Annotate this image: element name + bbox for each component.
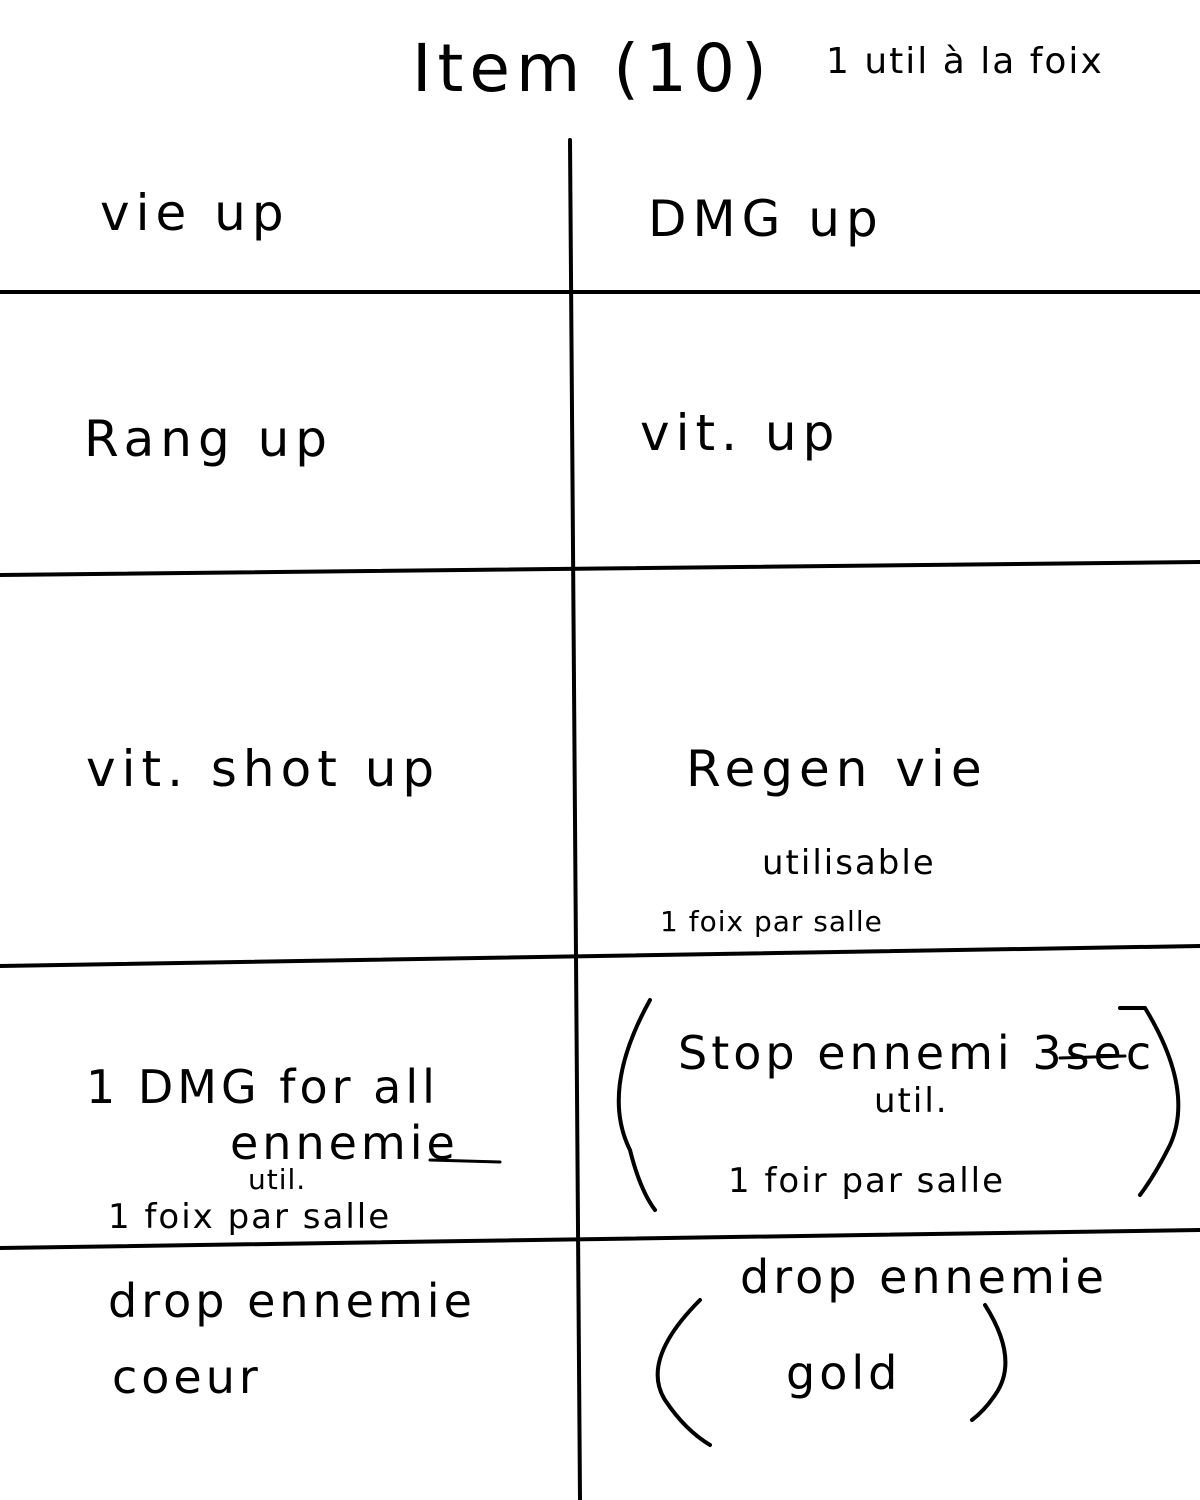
usage-note: 1 util à la foix — [826, 41, 1104, 82]
item-shot-speed-up: vit. shot up — [86, 740, 441, 798]
item-drop-heart-reward: coeur — [112, 1350, 262, 1404]
item-regen-frequency: 1 foix par salle — [660, 905, 883, 938]
item-dmg-all: 1 DMG for all — [86, 1060, 439, 1114]
bracket-right-gold — [970, 1303, 1008, 1422]
column-divider — [568, 138, 582, 1500]
item-drop-heart: drop ennemie — [108, 1274, 476, 1328]
item-regen-vie: Regen vie — [686, 740, 988, 798]
item-dmg-all-target: ennemie — [230, 1116, 459, 1170]
page-title: Item (10) — [412, 30, 773, 107]
row-divider-3 — [0, 944, 1200, 968]
item-dmg-all-frequency: 1 foix par salle — [108, 1197, 392, 1237]
item-drop-gold: drop ennemie — [740, 1250, 1108, 1304]
item-speed-up: vit. up — [640, 404, 841, 462]
item-stop-enemy-usage: util. — [874, 1081, 949, 1121]
bracket-left-gold — [655, 1298, 712, 1447]
item-drop-gold-reward: gold — [786, 1346, 902, 1400]
row-divider-2 — [0, 560, 1200, 577]
bracket-left-stop — [616, 998, 657, 1212]
item-dmg-up: DMG up — [648, 190, 884, 248]
item-regen-usage: utilisable — [762, 843, 936, 883]
item-range-up: Rang up — [84, 410, 334, 468]
item-stop-enemy: Stop ennemi 3sec — [678, 1026, 1156, 1080]
item-stop-enemy-frequency: 1 foir par salle — [728, 1161, 1006, 1201]
item-dmg-all-usage: util. — [248, 1163, 307, 1196]
item-vie-up: vie up — [100, 184, 290, 242]
